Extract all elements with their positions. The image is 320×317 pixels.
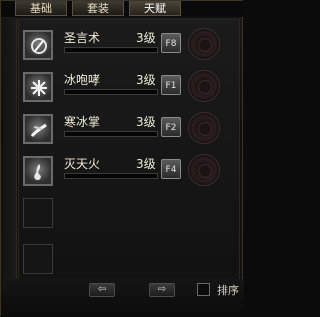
- skill-level: 3级: [136, 157, 156, 171]
- skill-exp-bar: [64, 89, 158, 95]
- tab-bar: 基础 套装 天赋: [1, 1, 244, 17]
- skill-exp-bar: [64, 131, 158, 137]
- ice-roar-icon[interactable]: [23, 72, 53, 102]
- footer-bar: ⇦ ⇨ 排序: [1, 279, 244, 317]
- tab-set[interactable]: 套装: [72, 1, 124, 16]
- skill-name: 冰咆哮: [64, 73, 101, 87]
- skill-name: 圣言术: [64, 31, 101, 45]
- sort-label: 排序: [217, 284, 239, 297]
- skill-exp-bar: [64, 173, 158, 179]
- skill-level: 3级: [136, 73, 156, 87]
- skill-exp-bar: [64, 47, 158, 53]
- frost-palm-icon[interactable]: [23, 114, 53, 144]
- empty-skill-slot: [23, 244, 53, 274]
- heaven-fire-icon[interactable]: [23, 156, 53, 186]
- holy-word-icon[interactable]: [23, 30, 53, 60]
- skill-name: 寒冰掌: [64, 115, 101, 129]
- next-page-button[interactable]: ⇨: [149, 283, 175, 297]
- left-rail: [3, 19, 17, 299]
- hotkey-slot[interactable]: [188, 154, 220, 186]
- skills-panel: 基础 套装 天赋 圣言术 3级 F8 冰咆哮 3级 F1 寒冰掌 3级 F2 灭…: [0, 0, 244, 317]
- empty-skill-row: [19, 237, 241, 277]
- prev-page-button[interactable]: ⇦: [89, 283, 115, 297]
- skill-row[interactable]: 圣言术 3级 F8: [19, 23, 241, 63]
- empty-skill-row: [19, 191, 241, 231]
- hotkey-slot[interactable]: [188, 28, 220, 60]
- skill-level: 3级: [136, 115, 156, 129]
- skill-level: 3级: [136, 31, 156, 45]
- skill-row[interactable]: 寒冰掌 3级 F2: [19, 107, 241, 147]
- empty-skill-slot: [23, 198, 53, 228]
- hotkey-slot[interactable]: [188, 112, 220, 144]
- skill-row[interactable]: 灭天火 3级 F4: [19, 149, 241, 189]
- skill-name: 灭天火: [64, 157, 101, 171]
- tab-basic[interactable]: 基础: [15, 1, 67, 16]
- hotkey-button[interactable]: F4: [161, 159, 181, 179]
- hotkey-slot[interactable]: [188, 70, 220, 102]
- hotkey-button[interactable]: F1: [161, 75, 181, 95]
- sort-checkbox[interactable]: [197, 283, 210, 296]
- skill-row[interactable]: 冰咆哮 3级 F1: [19, 65, 241, 105]
- hotkey-button[interactable]: F2: [161, 117, 181, 137]
- hotkey-button[interactable]: F8: [161, 33, 181, 53]
- tab-talent[interactable]: 天赋: [129, 1, 181, 16]
